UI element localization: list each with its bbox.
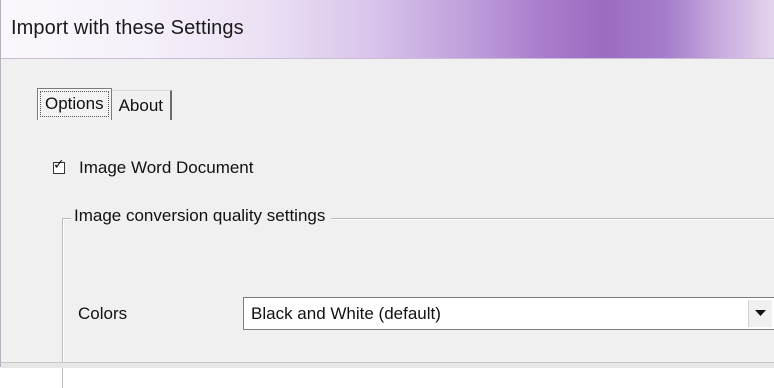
colors-label: Colors — [78, 304, 128, 323]
colors-dropdown-button[interactable] — [748, 300, 772, 327]
chevron-down-icon — [755, 310, 766, 316]
tab-options[interactable]: Options — [37, 88, 112, 120]
window-title: Import with these Settings — [11, 17, 244, 39]
tab-about[interactable]: About — [111, 90, 173, 120]
title-bar[interactable]: Import with these Settings — [1, 0, 774, 59]
dialog-bottom-edge — [1, 362, 774, 368]
quality-settings-group-title: Image conversion quality settings — [71, 206, 332, 226]
image-word-document-option[interactable]: ✓ Image Word Document — [53, 158, 253, 178]
image-word-document-label: Image Word Document — [79, 158, 254, 177]
image-word-document-checkbox[interactable]: ✓ — [53, 158, 65, 174]
checkmark-icon: ✓ — [53, 157, 65, 173]
colors-dropdown[interactable]: Black and White (default) — [243, 297, 774, 330]
import-settings-dialog: Import with these Settings Options About… — [0, 0, 774, 388]
tab-strip: Options About — [37, 88, 173, 120]
colors-dropdown-value: Black and White (default) — [251, 304, 441, 323]
